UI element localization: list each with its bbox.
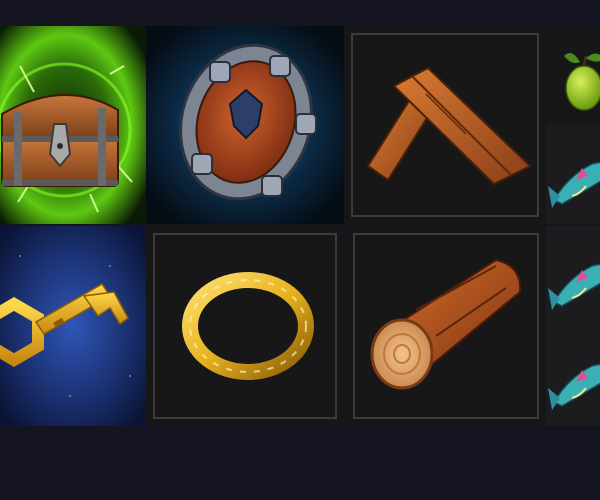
key-icon (0, 226, 146, 426)
fish-icon (548, 161, 600, 208)
fish-icon (548, 263, 600, 310)
inventory-slot-fish-1[interactable] (546, 124, 600, 224)
inventory-slot-shield[interactable] (146, 26, 344, 224)
wood-log-icon (370, 258, 522, 390)
inventory-slot-gold-ring[interactable] (146, 226, 344, 426)
inventory-slot-key[interactable] (0, 226, 146, 426)
treasure-chest-icon (0, 26, 146, 224)
inventory-slot-wood-log[interactable] (346, 226, 546, 426)
inventory-slot-fish-2[interactable] (546, 226, 600, 326)
fish-icon (548, 363, 600, 410)
gold-ring-icon (182, 272, 314, 380)
apple-icon (564, 53, 600, 111)
wooden-planks-icon (366, 66, 532, 186)
inventory-slot-fish-3[interactable] (546, 326, 600, 426)
inventory-slot-apple[interactable] (546, 26, 600, 124)
inventory-slot-treasure-chest[interactable] (0, 26, 146, 224)
shield-icon (146, 26, 344, 224)
inventory-slot-wooden-planks[interactable] (344, 26, 546, 224)
